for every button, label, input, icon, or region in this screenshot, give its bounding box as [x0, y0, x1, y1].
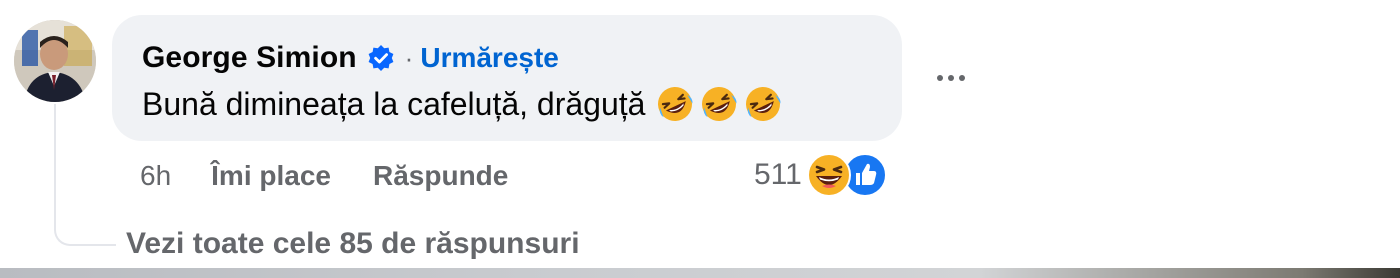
separator-dot: ·: [404, 42, 414, 73]
thread-connector-line: [54, 104, 116, 246]
next-content-edge: [0, 268, 1400, 278]
rolling-on-floor-laughing-icon: [746, 87, 781, 121]
comment-time[interactable]: 6h: [140, 160, 171, 192]
reaction-count: 511: [754, 158, 802, 191]
rolling-on-floor-laughing-icon: [702, 87, 737, 121]
comment-actions: 6h Îmi place Răspunde: [140, 154, 508, 198]
comment-body: Bună dimineața la cafeluță, drăguță: [142, 85, 646, 122]
comment-header: George Simion · Urmărește: [142, 38, 559, 78]
previous-content-fragment: [118, 0, 478, 2]
author-name[interactable]: George Simion: [142, 41, 357, 75]
haha-reaction-icon: [806, 153, 851, 197]
comment-text: Bună dimineața la cafeluță, drăguță: [142, 82, 783, 126]
like-button[interactable]: Îmi place: [211, 160, 331, 192]
avatar-image: [14, 20, 96, 102]
more-options-icon[interactable]: [924, 56, 978, 100]
verified-badge-icon: [367, 44, 395, 72]
avatar[interactable]: [14, 20, 96, 102]
rolling-on-floor-laughing-icon: [658, 87, 693, 121]
reaction-icons: [806, 152, 892, 198]
view-all-replies-link[interactable]: Vezi toate cele 85 de răspunsuri: [126, 224, 580, 264]
reactions-summary[interactable]: 511: [754, 152, 892, 198]
reply-button[interactable]: Răspunde: [373, 160, 508, 192]
follow-button[interactable]: Urmărește: [420, 42, 559, 74]
